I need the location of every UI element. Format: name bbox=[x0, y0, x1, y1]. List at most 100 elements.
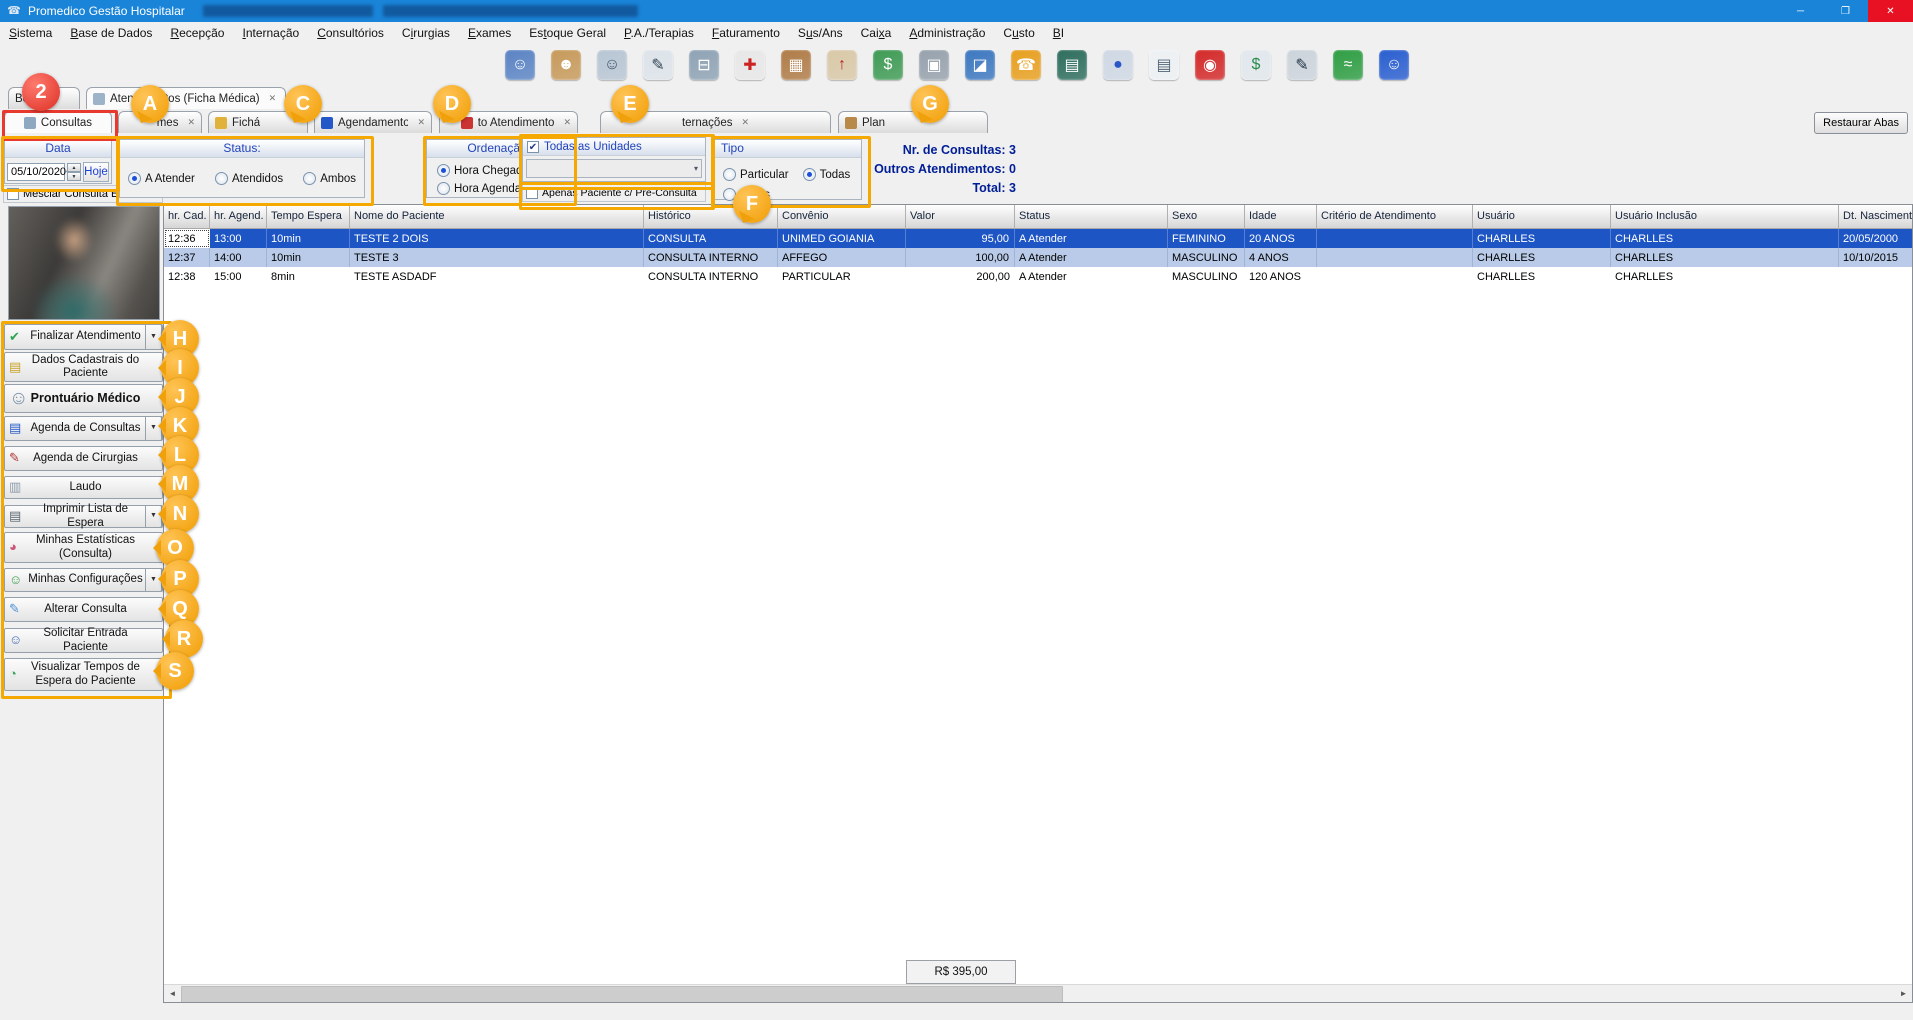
patient-search-icon[interactable]: ☺ bbox=[505, 50, 535, 80]
menu-exames[interactable]: Exames bbox=[459, 22, 520, 44]
scroll-right-icon[interactable]: ► bbox=[1895, 985, 1912, 1002]
main-tab-atendimentos-ficha-medica[interactable]: Atendimentos (Ficha Médica)✕ bbox=[86, 87, 286, 109]
ledger-book-icon[interactable]: ▤ bbox=[1057, 50, 1087, 80]
close-icon[interactable]: ✕ bbox=[269, 93, 277, 104]
column-header-hr-cad[interactable]: hr. Cad. bbox=[164, 205, 210, 228]
horizontal-scrollbar[interactable]: ◄ ► bbox=[164, 984, 1912, 1002]
tipo-option-todas[interactable]: Todas bbox=[803, 168, 851, 181]
menu-custo[interactable]: Custo bbox=[994, 22, 1043, 44]
column-header-tempo-espera[interactable]: Tempo Espera bbox=[267, 205, 350, 228]
menu-caixa[interactable]: Caixa bbox=[852, 22, 901, 44]
column-header-valor[interactable]: Valor bbox=[906, 205, 1015, 228]
units-dropdown[interactable]: ▾ bbox=[526, 159, 702, 178]
column-header-usuario[interactable]: Usuário bbox=[1473, 205, 1611, 228]
status-option-ambos[interactable]: Ambos bbox=[303, 172, 356, 185]
ordering-option-hora-agendada[interactable]: Hora Agendada bbox=[437, 182, 534, 195]
pre-consult-only-checkbox[interactable]: Apenas Paciente c/ Pré-Consulta bbox=[522, 184, 706, 202]
status-option-atendidos[interactable]: Atendidos bbox=[215, 172, 283, 185]
close-icon[interactable]: ✕ bbox=[563, 117, 571, 128]
menu-cirurgias[interactable]: Cirurgias bbox=[393, 22, 459, 44]
medical-form-icon[interactable]: ✎ bbox=[643, 50, 673, 80]
menu-p-a-terapias[interactable]: P.A./Terapias bbox=[615, 22, 703, 44]
maximize-button-icon[interactable]: ❐ bbox=[1823, 0, 1868, 22]
market-chart-icon[interactable]: ◪ bbox=[965, 50, 995, 80]
column-header-nome-do-paciente[interactable]: Nome do Paciente bbox=[350, 205, 644, 228]
table-row[interactable]: 12:3613:0010minTESTE 2 DOISCONSULTAUNIME… bbox=[164, 229, 1912, 248]
menu-administracao[interactable]: Administração bbox=[900, 22, 994, 44]
close-icon[interactable]: ✕ bbox=[741, 117, 749, 128]
sidebar-button-solicitar-entrada-paciente[interactable]: ☺Solicitar Entrada Paciente bbox=[4, 628, 163, 653]
sidebar-button-agenda-de-consultas[interactable]: ▤Agenda de Consultas▼ bbox=[4, 416, 163, 441]
column-header-usuario-inclusao[interactable]: Usuário Inclusão bbox=[1611, 205, 1839, 228]
today-button[interactable]: Hoje bbox=[83, 162, 109, 182]
power-icon[interactable]: ◉ bbox=[1195, 50, 1225, 80]
globe-icon[interactable]: ● bbox=[1103, 50, 1133, 80]
close-icon[interactable]: ✕ bbox=[187, 117, 195, 128]
sidebar-button-minhas-configuracoes[interactable]: ☺Minhas Configurações▼ bbox=[4, 568, 163, 592]
menu-base-de-dados[interactable]: Base de Dados bbox=[61, 22, 161, 44]
sidebar-button-prontuario-medico[interactable]: ☺Prontuário Médico bbox=[4, 384, 163, 413]
phone-directory-icon[interactable]: ☎ bbox=[1011, 50, 1041, 80]
sidebar-button-minhas-estatisticas-consulta[interactable]: ◕Minhas Estatísticas (Consulta) bbox=[4, 532, 163, 563]
sidebar-button-visualizar-tempos-de-espera-do-paciente[interactable]: ◔Visualizar Tempos de Espera do Paciente bbox=[4, 658, 163, 691]
date-filter-panel: Data 05/10/2020 ▾ ▲ ▼ Hoje bbox=[4, 139, 112, 184]
ordering-option-hora-chegada[interactable]: Hora Chegada bbox=[437, 164, 529, 177]
hospital-bed-icon[interactable]: ⊟ bbox=[689, 50, 719, 80]
scroll-left-icon[interactable]: ◄ bbox=[164, 985, 181, 1002]
wait-time-icon: ◔ bbox=[9, 667, 17, 682]
menu-recepcao[interactable]: Recepção bbox=[161, 22, 233, 44]
checkbox-icon[interactable] bbox=[526, 187, 538, 199]
revenue-arrow-icon[interactable]: ↑ bbox=[827, 50, 857, 80]
scrollbar-thumb[interactable] bbox=[181, 986, 1063, 1003]
doctor-icon: ☺ bbox=[9, 388, 28, 410]
invoice-icon[interactable]: ▤ bbox=[1149, 50, 1179, 80]
doctor-icon[interactable]: ☺ bbox=[597, 50, 627, 80]
column-header-dt-nascimento[interactable]: Dt. Nascimento bbox=[1839, 205, 1913, 228]
signed-document-icon[interactable]: ✎ bbox=[1287, 50, 1317, 80]
tipo-option-particular[interactable]: Particular bbox=[723, 168, 789, 181]
money-stack-icon[interactable]: $ bbox=[873, 50, 903, 80]
close-icon[interactable]: ✕ bbox=[417, 117, 425, 128]
column-header-hr-agend[interactable]: hr. Agend. bbox=[210, 205, 267, 228]
sidebar-button-laudo[interactable]: ▥Laudo bbox=[4, 476, 163, 499]
close-button-icon[interactable]: ✕ bbox=[1868, 0, 1913, 22]
column-header-status[interactable]: Status bbox=[1015, 205, 1168, 228]
sidebar-button-agenda-de-cirurgias[interactable]: ✎Agenda de Cirurgias bbox=[4, 446, 163, 471]
step-down-button[interactable]: ▼ bbox=[67, 172, 81, 181]
sub-tab-consultas[interactable]: Consultas bbox=[4, 111, 112, 133]
table-row[interactable]: 12:3815:008minTESTE ASDADFCONSULTA INTER… bbox=[164, 267, 1912, 286]
table-row[interactable]: 12:3714:0010minTESTE 3CONSULTA INTERNOAF… bbox=[164, 248, 1912, 267]
sidebar-button-alterar-consulta[interactable]: ✎Alterar Consulta bbox=[4, 597, 163, 622]
minimize-button-icon[interactable]: ─ bbox=[1778, 0, 1823, 22]
sub-tab-agendamento[interactable]: Agendamento✕ bbox=[314, 111, 432, 133]
step-up-button[interactable]: ▲ bbox=[67, 163, 81, 172]
menu-sus-ans[interactable]: Sus/Ans bbox=[789, 22, 852, 44]
sidebar-button-dados-cadastrais-do-paciente[interactable]: ▤Dados Cadastrais do Paciente bbox=[4, 352, 163, 382]
ambulance-icon[interactable]: ✚ bbox=[735, 50, 765, 80]
stock-crate-icon[interactable]: ▦ bbox=[781, 50, 811, 80]
column-header-sexo[interactable]: Sexo bbox=[1168, 205, 1245, 228]
table-cell: FEMININO bbox=[1168, 229, 1245, 248]
sidebar-button-finalizar-atendimento[interactable]: ✔Finalizar Atendimento▼ bbox=[4, 324, 163, 350]
column-header-criterio-de-atendimento[interactable]: Critério de Atendimento bbox=[1317, 205, 1473, 228]
status-option-a-atender[interactable]: A Atender bbox=[128, 172, 195, 185]
checked-checkbox-icon[interactable]: ✔ bbox=[527, 141, 539, 153]
menu-bi[interactable]: BI bbox=[1044, 22, 1073, 44]
health-monitor-icon[interactable]: ≈ bbox=[1333, 50, 1363, 80]
date-input[interactable]: 05/10/2020 ▾ bbox=[7, 163, 65, 181]
table-cell: 12:36 bbox=[164, 229, 210, 248]
menu-faturamento[interactable]: Faturamento bbox=[703, 22, 789, 44]
menu-sistema[interactable]: Sistema bbox=[0, 22, 61, 44]
patient-binder-icon[interactable]: ☺ bbox=[1379, 50, 1409, 80]
menu-internacao[interactable]: Internação bbox=[233, 22, 308, 44]
restore-tabs-button[interactable]: Restaurar Abas bbox=[1814, 112, 1908, 134]
sidebar-button-imprimir-lista-de-espera[interactable]: ▤Imprimir Lista de Espera▼ bbox=[4, 505, 163, 528]
safe-icon[interactable]: ▣ bbox=[919, 50, 949, 80]
column-header-idade[interactable]: Idade bbox=[1245, 205, 1317, 228]
reception-group-icon[interactable]: ☻ bbox=[551, 50, 581, 80]
menu-consultorios[interactable]: Consultórios bbox=[308, 22, 393, 44]
menu-estoque-geral[interactable]: Estoque Geral bbox=[520, 22, 615, 44]
checkbox-icon[interactable] bbox=[7, 188, 19, 200]
e-billing-icon[interactable]: $ bbox=[1241, 50, 1271, 80]
column-header-convenio[interactable]: Convênio bbox=[778, 205, 906, 228]
